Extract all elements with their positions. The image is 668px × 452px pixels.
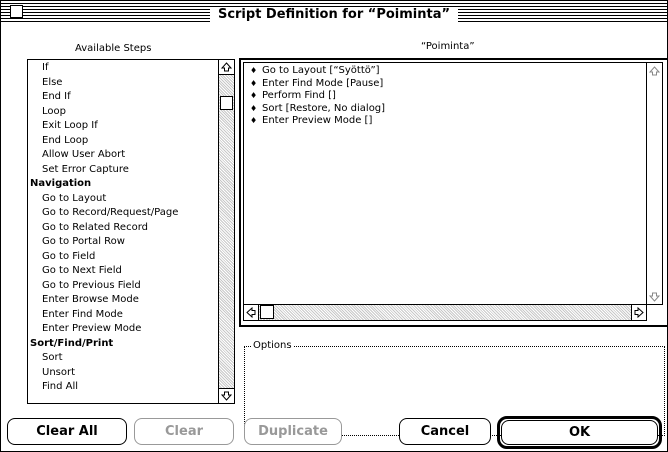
steps-items: If Else End If Loop Exit Loop If End Loop Allo… <box>30 61 178 395</box>
step-item[interactable]: End If <box>30 90 178 105</box>
script-step-label: Enter Preview Mode [] <box>262 115 373 126</box>
up-arrow-icon[interactable] <box>647 63 662 78</box>
script-step[interactable]: ♦ Enter Find Mode [Pause] <box>250 78 385 91</box>
script-step[interactable]: ♦ Sort [Restore, No dialog] <box>250 103 385 116</box>
move-handle-icon[interactable]: ♦ <box>250 90 262 103</box>
script-definition-dialog: Script Definition for “Poiminta” Availab… <box>0 0 668 452</box>
available-steps-heading: Available Steps <box>75 43 152 54</box>
script-steps-list[interactable]: ♦ Go to Layout [“Syöttö”] ♦ Enter Find Mode… <box>243 62 663 321</box>
script-name-heading: “Poiminta” <box>421 41 475 52</box>
step-item[interactable]: Go to Record/Request/Page <box>30 206 178 221</box>
scroll-thumb[interactable] <box>220 96 233 110</box>
step-item[interactable]: Go to Related Record <box>30 221 178 236</box>
available-steps-list[interactable]: If Else End If Loop Exit Loop If End Loop Allo… <box>27 59 235 404</box>
step-item[interactable]: Go to Portal Row <box>30 235 178 250</box>
right-arrow-icon[interactable] <box>631 305 646 320</box>
script-step-label: Go to Layout [“Syöttö”] <box>262 65 380 76</box>
scroll-corner <box>646 304 663 321</box>
window-title: Script Definition for “Poiminta” <box>209 7 459 23</box>
script-step-label: Sort [Restore, No dialog] <box>262 102 386 114</box>
options-label: Options <box>251 340 294 351</box>
step-item[interactable]: Find All <box>30 380 178 395</box>
script-horizontal-scrollbar[interactable] <box>244 304 646 320</box>
move-handle-icon[interactable]: ♦ <box>250 65 262 78</box>
script-step-label: Perform Find [] <box>262 90 336 101</box>
step-item[interactable]: Enter Find Mode <box>30 308 178 323</box>
step-item[interactable]: Go to Next Field <box>30 264 178 279</box>
step-item[interactable]: Set Error Capture <box>30 163 178 178</box>
script-step[interactable]: ♦ Go to Layout [“Syöttö”] <box>250 65 385 78</box>
step-category: Navigation <box>30 178 92 189</box>
clear-button[interactable]: Clear <box>134 418 234 445</box>
step-item[interactable]: Exit Loop If <box>30 119 178 134</box>
clear-all-button[interactable]: Clear All <box>7 418 127 445</box>
step-item[interactable]: Unsort <box>30 366 178 381</box>
step-item[interactable]: Go to Layout <box>30 192 178 207</box>
duplicate-button[interactable]: Duplicate <box>244 418 342 445</box>
step-item[interactable]: Enter Preview Mode <box>30 322 178 337</box>
script-step-items: ♦ Go to Layout [“Syöttö”] ♦ Enter Find Mode… <box>250 65 385 128</box>
move-handle-icon[interactable]: ♦ <box>250 78 262 91</box>
down-arrow-icon[interactable] <box>219 388 234 403</box>
move-handle-icon[interactable]: ♦ <box>250 115 262 128</box>
step-item[interactable]: Enter Browse Mode <box>30 293 178 308</box>
cancel-button[interactable]: Cancel <box>399 418 491 445</box>
step-item[interactable]: Sort <box>30 351 178 366</box>
step-item[interactable]: Loop <box>30 105 178 120</box>
step-item[interactable]: Allow User Abort <box>30 148 178 163</box>
step-item[interactable]: End Loop <box>30 134 178 149</box>
script-step-label: Enter Find Mode [Pause] <box>262 77 384 89</box>
step-item[interactable]: Go to Previous Field <box>30 279 178 294</box>
script-vertical-scrollbar[interactable] <box>646 63 662 304</box>
left-arrow-icon[interactable] <box>244 305 259 320</box>
steps-scrollbar[interactable] <box>218 60 234 403</box>
up-arrow-icon[interactable] <box>219 60 234 75</box>
step-item[interactable]: Go to Field <box>30 250 178 265</box>
step-item[interactable]: If <box>30 61 178 76</box>
script-steps-frame: ♦ Go to Layout [“Syöttö”] ♦ Enter Find Mode… <box>239 58 668 327</box>
down-arrow-icon[interactable] <box>647 289 662 304</box>
ok-button[interactable]: OK <box>501 420 658 445</box>
script-step[interactable]: ♦ Enter Preview Mode [] <box>250 115 385 128</box>
step-category: Sort/Find/Print <box>30 337 114 349</box>
horizontal-scroll-thumb[interactable] <box>260 305 274 319</box>
move-handle-icon[interactable]: ♦ <box>250 103 262 116</box>
script-step[interactable]: ♦ Perform Find [] <box>250 90 385 103</box>
step-item[interactable]: Else <box>30 76 178 91</box>
title-bar[interactable]: Script Definition for “Poiminta” <box>1 1 667 23</box>
